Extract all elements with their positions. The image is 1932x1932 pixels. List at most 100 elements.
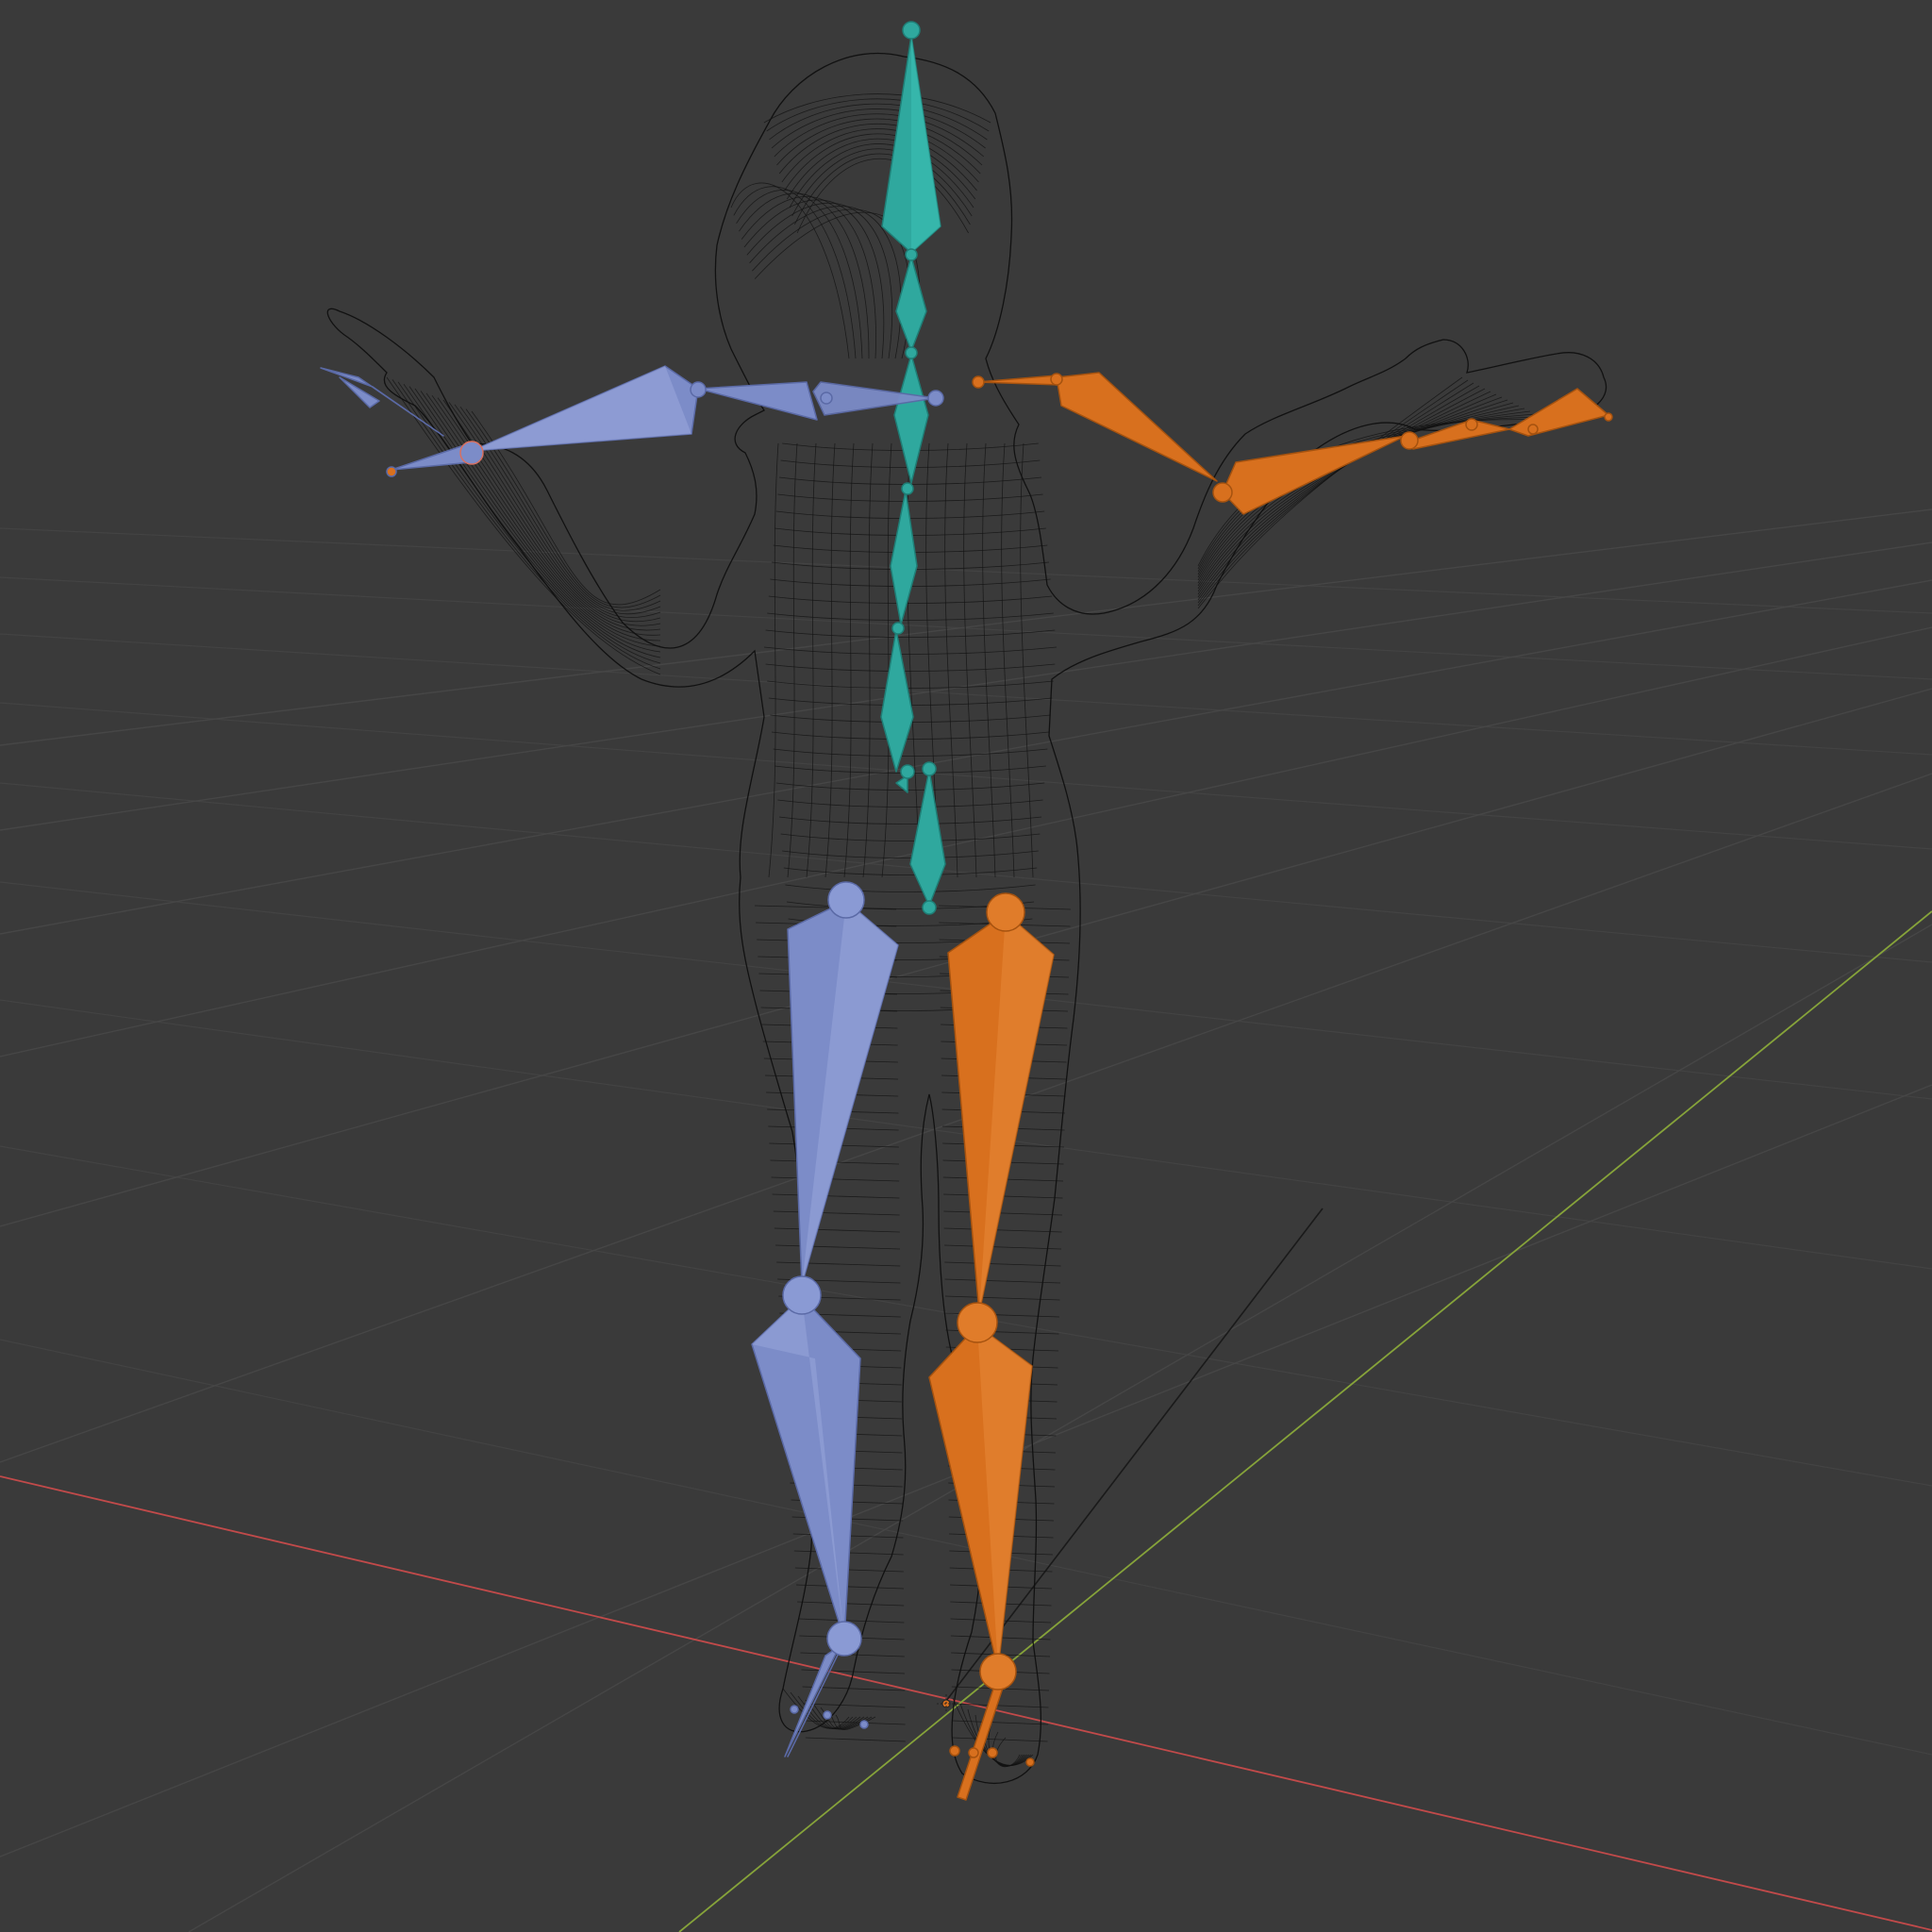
joint-left-elbow[interactable] (690, 381, 707, 398)
mesh-wire-strand (776, 118, 983, 166)
mesh-wire-strand (794, 1567, 904, 1573)
joint-right-finger-1[interactable] (1465, 418, 1478, 431)
mesh-wire-strand (943, 1227, 1062, 1233)
mesh-wire-strand (767, 680, 1054, 689)
mesh-wire-strand (768, 442, 779, 878)
spine-bones[interactable] (880, 21, 946, 915)
joint-right-wrist[interactable] (1400, 431, 1419, 450)
mesh-wire-strand (767, 612, 1054, 621)
mesh-wire-strand (907, 442, 921, 878)
mesh-wire-strand (774, 1227, 900, 1233)
joint-chest[interactable] (901, 482, 914, 495)
mesh-wire-strand (963, 442, 977, 878)
mesh-wire-strand (1020, 442, 1034, 878)
joint-right-finger-tip[interactable] (1604, 412, 1613, 422)
mesh-wire-strand (777, 799, 1043, 808)
mesh-wire-strand (777, 493, 1043, 502)
mesh-wire-strand (943, 1244, 1062, 1250)
bone-right-foot[interactable] (957, 1674, 1007, 1801)
joint-left-hip[interactable] (827, 881, 865, 919)
mesh-wire-strand (785, 884, 1036, 892)
grid-line (0, 576, 1932, 680)
viewport-canvas[interactable] (0, 0, 1932, 1932)
joint-hips-tail[interactable] (922, 900, 937, 915)
mesh-wire-strand (741, 196, 876, 359)
mesh-wire-strand (843, 442, 855, 878)
mesh-wire-strand (944, 1261, 1061, 1267)
mesh-wire-strand (944, 442, 958, 878)
x-axis-line (0, 1475, 1932, 1931)
joint-head-tip[interactable] (902, 21, 921, 40)
joint-right-elbow[interactable] (1212, 482, 1233, 503)
bone-left-foot[interactable] (787, 1641, 845, 1757)
bone-left-hand[interactable] (391, 442, 473, 471)
bone-head-shade (911, 36, 941, 253)
mesh-wire-strand (952, 1737, 1048, 1742)
joint-right-hip[interactable] (986, 892, 1025, 932)
joint-left-finger[interactable] (820, 391, 833, 405)
bone-left-forearm-shade (472, 366, 691, 451)
right-leg-bones[interactable] (928, 892, 1055, 1801)
bone-chest[interactable] (890, 490, 918, 625)
joint-left-knee[interactable] (782, 1275, 822, 1315)
mesh-wire-strand (797, 1601, 905, 1607)
joint-right-toe-2[interactable] (968, 1747, 979, 1758)
joint-left-toe-3[interactable] (790, 1705, 799, 1714)
joint-right-finger-2[interactable] (1527, 424, 1539, 435)
joint-left-wrist[interactable] (459, 441, 484, 465)
3d-viewport[interactable] (0, 0, 1932, 1932)
joint-hips[interactable] (900, 764, 915, 779)
mesh-wire-strand (763, 93, 991, 124)
joint-right-toe-4[interactable] (1025, 1757, 1035, 1767)
mesh-wire-strand (787, 442, 798, 878)
joint-left-shoulder[interactable] (927, 390, 944, 407)
joint-right-toe-1[interactable] (949, 1745, 960, 1757)
joint-right-clavicle[interactable] (972, 375, 985, 389)
mesh-wire-strand (881, 442, 892, 878)
joint-right-shoulder[interactable] (1050, 373, 1063, 386)
mesh-wire-strand (774, 113, 985, 158)
joint-chest-upper[interactable] (905, 346, 918, 359)
mesh-wire-strand (824, 442, 836, 878)
joint-hips-right[interactable] (922, 761, 937, 776)
left-arm-bones[interactable] (320, 365, 944, 477)
mesh-wire-strand (798, 1618, 905, 1624)
bone-right-upper-arm[interactable] (1056, 372, 1218, 482)
mesh-wire-strand (763, 646, 1058, 655)
joint-left-toe-2[interactable] (859, 1720, 869, 1729)
bone-left-finger-1[interactable] (320, 367, 444, 437)
mesh-wire-strand (1001, 442, 1015, 878)
joint-neck[interactable] (905, 248, 918, 261)
mesh-wire-strand (952, 1720, 1049, 1725)
joint-left-toe-1[interactable] (823, 1710, 832, 1720)
joint-left-hand-tip[interactable] (386, 466, 397, 477)
armature[interactable] (320, 21, 1613, 1801)
grid-line (188, 924, 1932, 1932)
bone-right-forearm[interactable] (1222, 435, 1407, 515)
mesh-wire-strand (730, 182, 850, 359)
joint-right-toe-3[interactable] (987, 1747, 998, 1758)
grid-line (0, 702, 1932, 850)
bone-right-hand[interactable] (1408, 419, 1510, 450)
mesh-wire-strand (774, 1244, 901, 1250)
mesh-wire-strand (780, 833, 1041, 841)
joint-right-ankle[interactable] (979, 1653, 1017, 1690)
mesh-wire-strand (943, 1210, 1063, 1216)
grid-line (0, 527, 1932, 614)
bone-chest-upper[interactable] (893, 354, 929, 484)
mesh-wire-strand (746, 202, 892, 359)
mesh-wire-strand (862, 442, 874, 878)
left-leg-bones[interactable] (751, 881, 899, 1757)
joint-left-ankle[interactable] (826, 1621, 862, 1657)
joint-spine[interactable] (891, 622, 905, 635)
mesh-wire-strand (743, 199, 885, 359)
mesh-wire-strand (803, 1703, 906, 1708)
right-arm-bones[interactable] (972, 372, 1613, 515)
joint-right-knee[interactable] (957, 1302, 998, 1343)
mesh-wire-strand (752, 208, 910, 359)
bone-spine[interactable] (880, 629, 914, 773)
bone-right-clavicle[interactable] (976, 375, 1061, 386)
mesh-wire-strand (982, 442, 996, 878)
bone-neck[interactable] (895, 256, 927, 352)
mesh-wire-strand (952, 1703, 1049, 1708)
